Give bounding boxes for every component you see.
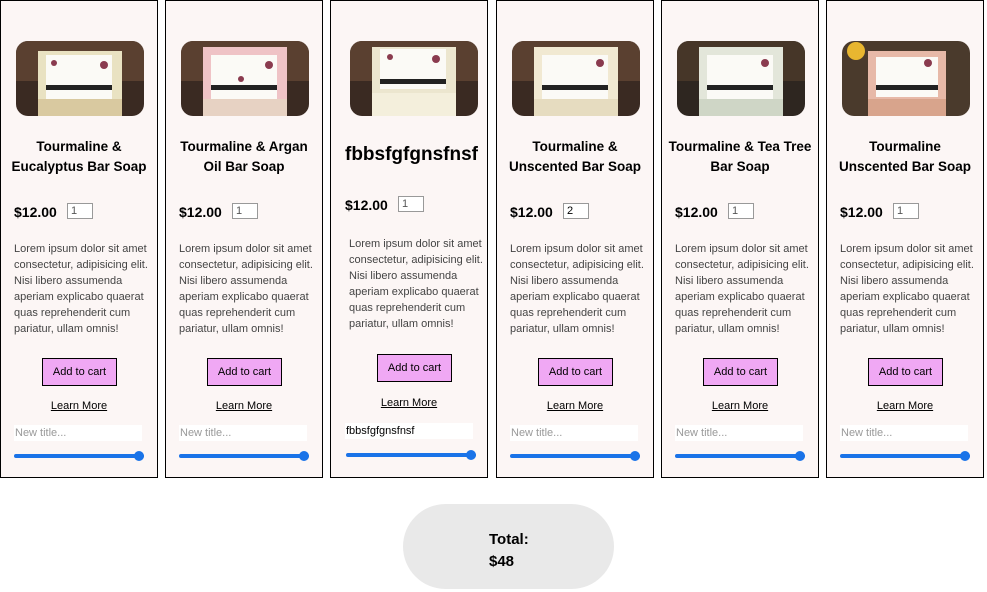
product-card: Tourmaline & Eucalyptus Bar Soap $12.00 …	[0, 0, 158, 478]
product-name: Tourmaline & Argan Oil Bar Soap	[180, 139, 308, 174]
product-card: Tourmaline & Unscented Bar Soap $12.00 2…	[496, 0, 654, 478]
slider[interactable]	[840, 449, 970, 463]
product-name: Tourmaline & Eucalyptus Bar Soap	[11, 139, 147, 174]
new-title-input[interactable]: New title...	[840, 425, 968, 441]
slider-thumb[interactable]	[466, 450, 476, 460]
total-amount: $48	[489, 553, 515, 570]
product-description: Lorem ipsum dolor sit amet consectetur, …	[14, 243, 148, 335]
learn-more-link[interactable]: Learn More	[331, 397, 487, 409]
product-card: Tourmaline & Tea Tree Bar Soap $12.00 1 …	[661, 0, 819, 478]
learn-more-link[interactable]: Learn More	[166, 400, 322, 412]
product-image	[677, 41, 805, 116]
learn-more-link[interactable]: Learn More	[1, 400, 157, 412]
learn-more-link[interactable]: Learn More	[497, 400, 653, 412]
product-price: $12.00	[675, 204, 718, 220]
slider-track	[510, 454, 640, 458]
product-description: Lorem ipsum dolor sit amet consectetur, …	[349, 238, 483, 330]
product-image	[16, 41, 144, 116]
product-image	[512, 41, 640, 116]
add-to-cart-button[interactable]: Add to cart	[207, 358, 282, 386]
product-name: Tourmaline Unscented Bar Soap	[838, 139, 972, 174]
slider[interactable]	[14, 449, 144, 463]
add-to-cart-button[interactable]: Add to cart	[703, 358, 778, 386]
add-to-cart-button[interactable]: Add to cart	[377, 354, 452, 382]
slider-track	[179, 454, 309, 458]
add-to-cart-button[interactable]: Add to cart	[42, 358, 117, 386]
product-card: Tourmaline Unscented Bar Soap $12.00 1 L…	[826, 0, 984, 478]
quantity-input[interactable]: 1	[67, 203, 93, 219]
product-grid: Tourmaline & Eucalyptus Bar Soap $12.00 …	[0, 0, 987, 480]
slider[interactable]	[346, 448, 476, 462]
product-price: $12.00	[14, 204, 57, 220]
learn-more-link[interactable]: Learn More	[827, 400, 983, 412]
product-card: fbbsfgfgnsfnsf $12.00 1 Lorem ipsum dolo…	[330, 0, 488, 478]
learn-more-link[interactable]: Learn More	[662, 400, 818, 412]
new-title-input[interactable]: New title...	[675, 425, 803, 441]
product-name: Tourmaline & Tea Tree Bar Soap	[668, 139, 812, 174]
add-to-cart-button[interactable]: Add to cart	[868, 358, 943, 386]
total-label: Total:	[489, 531, 529, 548]
slider[interactable]	[510, 449, 640, 463]
product-image	[181, 41, 309, 116]
product-price: $12.00	[510, 204, 553, 220]
product-image	[842, 41, 970, 116]
cart-total: Total: $48	[403, 504, 614, 589]
slider-thumb[interactable]	[630, 451, 640, 461]
new-title-input[interactable]: fbbsfgfgnsfnsf	[345, 423, 473, 439]
slider-thumb[interactable]	[134, 451, 144, 461]
quantity-input[interactable]: 2	[563, 203, 589, 219]
slider[interactable]	[675, 449, 805, 463]
product-price: $12.00	[179, 204, 222, 220]
product-description: Lorem ipsum dolor sit amet consectetur, …	[510, 243, 644, 335]
new-title-input[interactable]: New title...	[179, 425, 307, 441]
slider-track	[14, 454, 144, 458]
new-title-input[interactable]: New title...	[510, 425, 638, 441]
product-price: $12.00	[345, 197, 388, 213]
quantity-input[interactable]: 1	[728, 203, 754, 219]
add-to-cart-button[interactable]: Add to cart	[538, 358, 613, 386]
product-name: Tourmaline & Unscented Bar Soap	[508, 139, 642, 174]
slider-track	[840, 454, 970, 458]
product-description: Lorem ipsum dolor sit amet consectetur, …	[179, 243, 313, 335]
slider-track	[346, 453, 476, 457]
slider-thumb[interactable]	[960, 451, 970, 461]
product-price: $12.00	[840, 204, 883, 220]
quantity-input[interactable]: 1	[232, 203, 258, 219]
new-title-input[interactable]: New title...	[14, 425, 142, 441]
product-description: Lorem ipsum dolor sit amet consectetur, …	[675, 243, 809, 335]
product-name: fbbsfgfgnsfnsf	[345, 144, 478, 165]
product-card: Tourmaline & Argan Oil Bar Soap $12.00 1…	[165, 0, 323, 478]
quantity-input[interactable]: 1	[893, 203, 919, 219]
product-image	[350, 41, 478, 116]
total-text: Total: $48	[489, 529, 529, 573]
quantity-input[interactable]: 1	[398, 196, 424, 212]
slider-track	[675, 454, 805, 458]
product-description: Lorem ipsum dolor sit amet consectetur, …	[840, 243, 974, 335]
slider[interactable]	[179, 449, 309, 463]
slider-thumb[interactable]	[299, 451, 309, 461]
slider-thumb[interactable]	[795, 451, 805, 461]
